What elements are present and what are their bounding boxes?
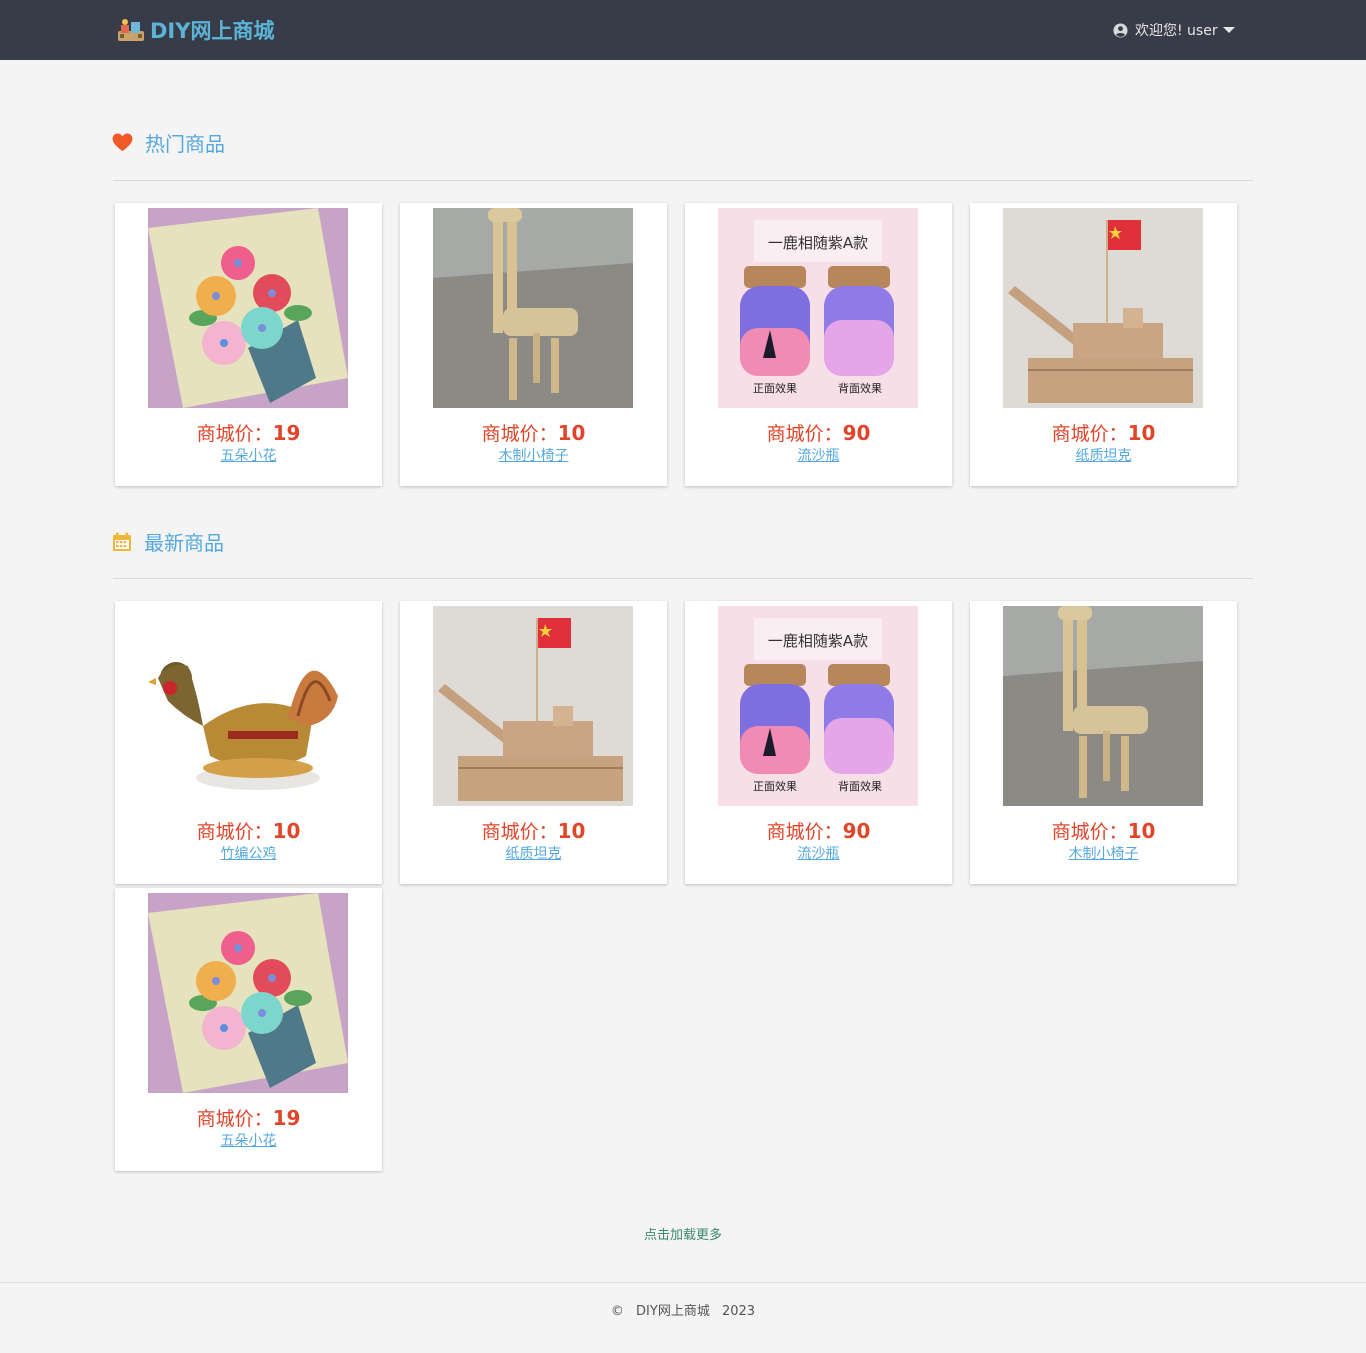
sand-bottles-image: 一鹿相随紫A款 正面效果 背面效果 bbox=[718, 208, 918, 408]
product-image[interactable] bbox=[433, 208, 633, 408]
product-name-link[interactable]: 纸质坦克 bbox=[400, 843, 667, 863]
paper-tank-image bbox=[1003, 208, 1203, 408]
product-image[interactable] bbox=[148, 893, 348, 1093]
load-more-link[interactable]: 点击加载更多 bbox=[644, 1228, 722, 1243]
brand-text: DIY网上商城 bbox=[150, 19, 275, 43]
product-card: 一鹿相随紫A款 正面效果 背面效果 商城价：90 流沙瓶 bbox=[685, 203, 952, 486]
load-more: 点击加载更多 bbox=[0, 1224, 1366, 1243]
product-name-link[interactable]: 五朵小花 bbox=[115, 1130, 382, 1150]
user-circle-icon bbox=[1113, 22, 1128, 38]
bamboo-rooster-image bbox=[148, 606, 348, 806]
footer-divider bbox=[0, 1282, 1366, 1283]
product-image[interactable] bbox=[1003, 606, 1203, 806]
product-price: 商城价：10 bbox=[481, 819, 586, 843]
product-image[interactable]: 一鹿相随紫A款 正面效果 背面效果 bbox=[718, 208, 918, 408]
brand-link[interactable]: DIY网上商城 bbox=[116, 14, 274, 46]
product-image[interactable] bbox=[1003, 208, 1203, 408]
svg-text:正面效果: 正面效果 bbox=[753, 381, 797, 395]
paper-flowers-image bbox=[148, 208, 348, 408]
copyright-symbol: © bbox=[610, 1304, 624, 1319]
product-card: 商城价：10 纸质坦克 bbox=[970, 203, 1237, 486]
product-price: 商城价：19 bbox=[196, 1106, 301, 1130]
product-name-link[interactable]: 竹编公鸡 bbox=[115, 843, 382, 863]
product-price: 商城价：10 bbox=[196, 819, 301, 843]
product-name-link[interactable]: 木制小椅子 bbox=[400, 445, 667, 465]
product-card: 商城价：19 五朵小花 bbox=[115, 888, 382, 1171]
footer: © DIY网上商城 2023 bbox=[0, 1300, 1366, 1319]
product-card: 商城价：19 五朵小花 bbox=[115, 203, 382, 486]
top-navbar: DIY网上商城 欢迎您! user bbox=[0, 0, 1366, 60]
svg-text:一鹿相随紫A款: 一鹿相随紫A款 bbox=[768, 234, 868, 252]
hot-section-divider bbox=[113, 180, 1253, 181]
product-card: 商城价：10 木制小椅子 bbox=[400, 203, 667, 486]
svg-text:正面效果: 正面效果 bbox=[753, 779, 797, 793]
product-name-link[interactable]: 流沙瓶 bbox=[685, 445, 952, 465]
product-name-link[interactable]: 纸质坦克 bbox=[970, 445, 1237, 465]
product-price: 商城价：10 bbox=[1051, 421, 1156, 445]
product-image[interactable] bbox=[148, 606, 348, 806]
new-section-divider bbox=[113, 578, 1253, 579]
product-name-link[interactable]: 流沙瓶 bbox=[685, 843, 952, 863]
product-image[interactable]: 一鹿相随紫A款 正面效果 背面效果 bbox=[718, 606, 918, 806]
user-dropdown[interactable]: 欢迎您! user bbox=[1113, 20, 1235, 40]
svg-text:背面效果: 背面效果 bbox=[838, 381, 882, 395]
calendar-icon bbox=[113, 532, 131, 551]
footer-year: 2023 bbox=[721, 1304, 756, 1319]
sand-bottles-image: 一鹿相随紫A款 正面效果 背面效果 bbox=[718, 606, 918, 806]
product-name-link[interactable]: 五朵小花 bbox=[115, 445, 382, 465]
product-price: 商城价：10 bbox=[1051, 819, 1156, 843]
svg-text:一鹿相随紫A款: 一鹿相随紫A款 bbox=[768, 632, 868, 650]
product-name-link[interactable]: 木制小椅子 bbox=[970, 843, 1237, 863]
logo-icon bbox=[118, 19, 144, 41]
product-price: 商城价：90 bbox=[766, 421, 871, 445]
svg-text:背面效果: 背面效果 bbox=[838, 779, 882, 793]
new-section-heading: 最新商品 bbox=[112, 527, 224, 556]
product-price: 商城价：90 bbox=[766, 819, 871, 843]
product-card: 商城价：10 木制小椅子 bbox=[970, 601, 1237, 884]
paper-flowers-image bbox=[148, 893, 348, 1093]
wooden-chair-image bbox=[433, 208, 633, 408]
product-price: 商城价：19 bbox=[196, 421, 301, 445]
heart-icon bbox=[112, 133, 133, 152]
product-card: 商城价：10 纸质坦克 bbox=[400, 601, 667, 884]
product-image[interactable] bbox=[148, 208, 348, 408]
new-section-title: 最新商品 bbox=[144, 531, 224, 555]
hot-section-title: 热门商品 bbox=[145, 132, 225, 156]
product-price: 商城价：10 bbox=[481, 421, 586, 445]
product-image[interactable] bbox=[433, 606, 633, 806]
footer-site-name: DIY网上商城 bbox=[636, 1304, 710, 1319]
wooden-chair-image bbox=[1003, 606, 1203, 806]
user-greeting: 欢迎您! user bbox=[1135, 23, 1218, 39]
caret-down-icon bbox=[1222, 27, 1235, 33]
hot-section-heading: 热门商品 bbox=[112, 128, 225, 157]
product-card: 商城价：10 竹编公鸡 bbox=[115, 601, 382, 884]
product-card: 一鹿相随紫A款 正面效果 背面效果 商城价：90 流沙瓶 bbox=[685, 601, 952, 884]
paper-tank-image bbox=[433, 606, 633, 806]
